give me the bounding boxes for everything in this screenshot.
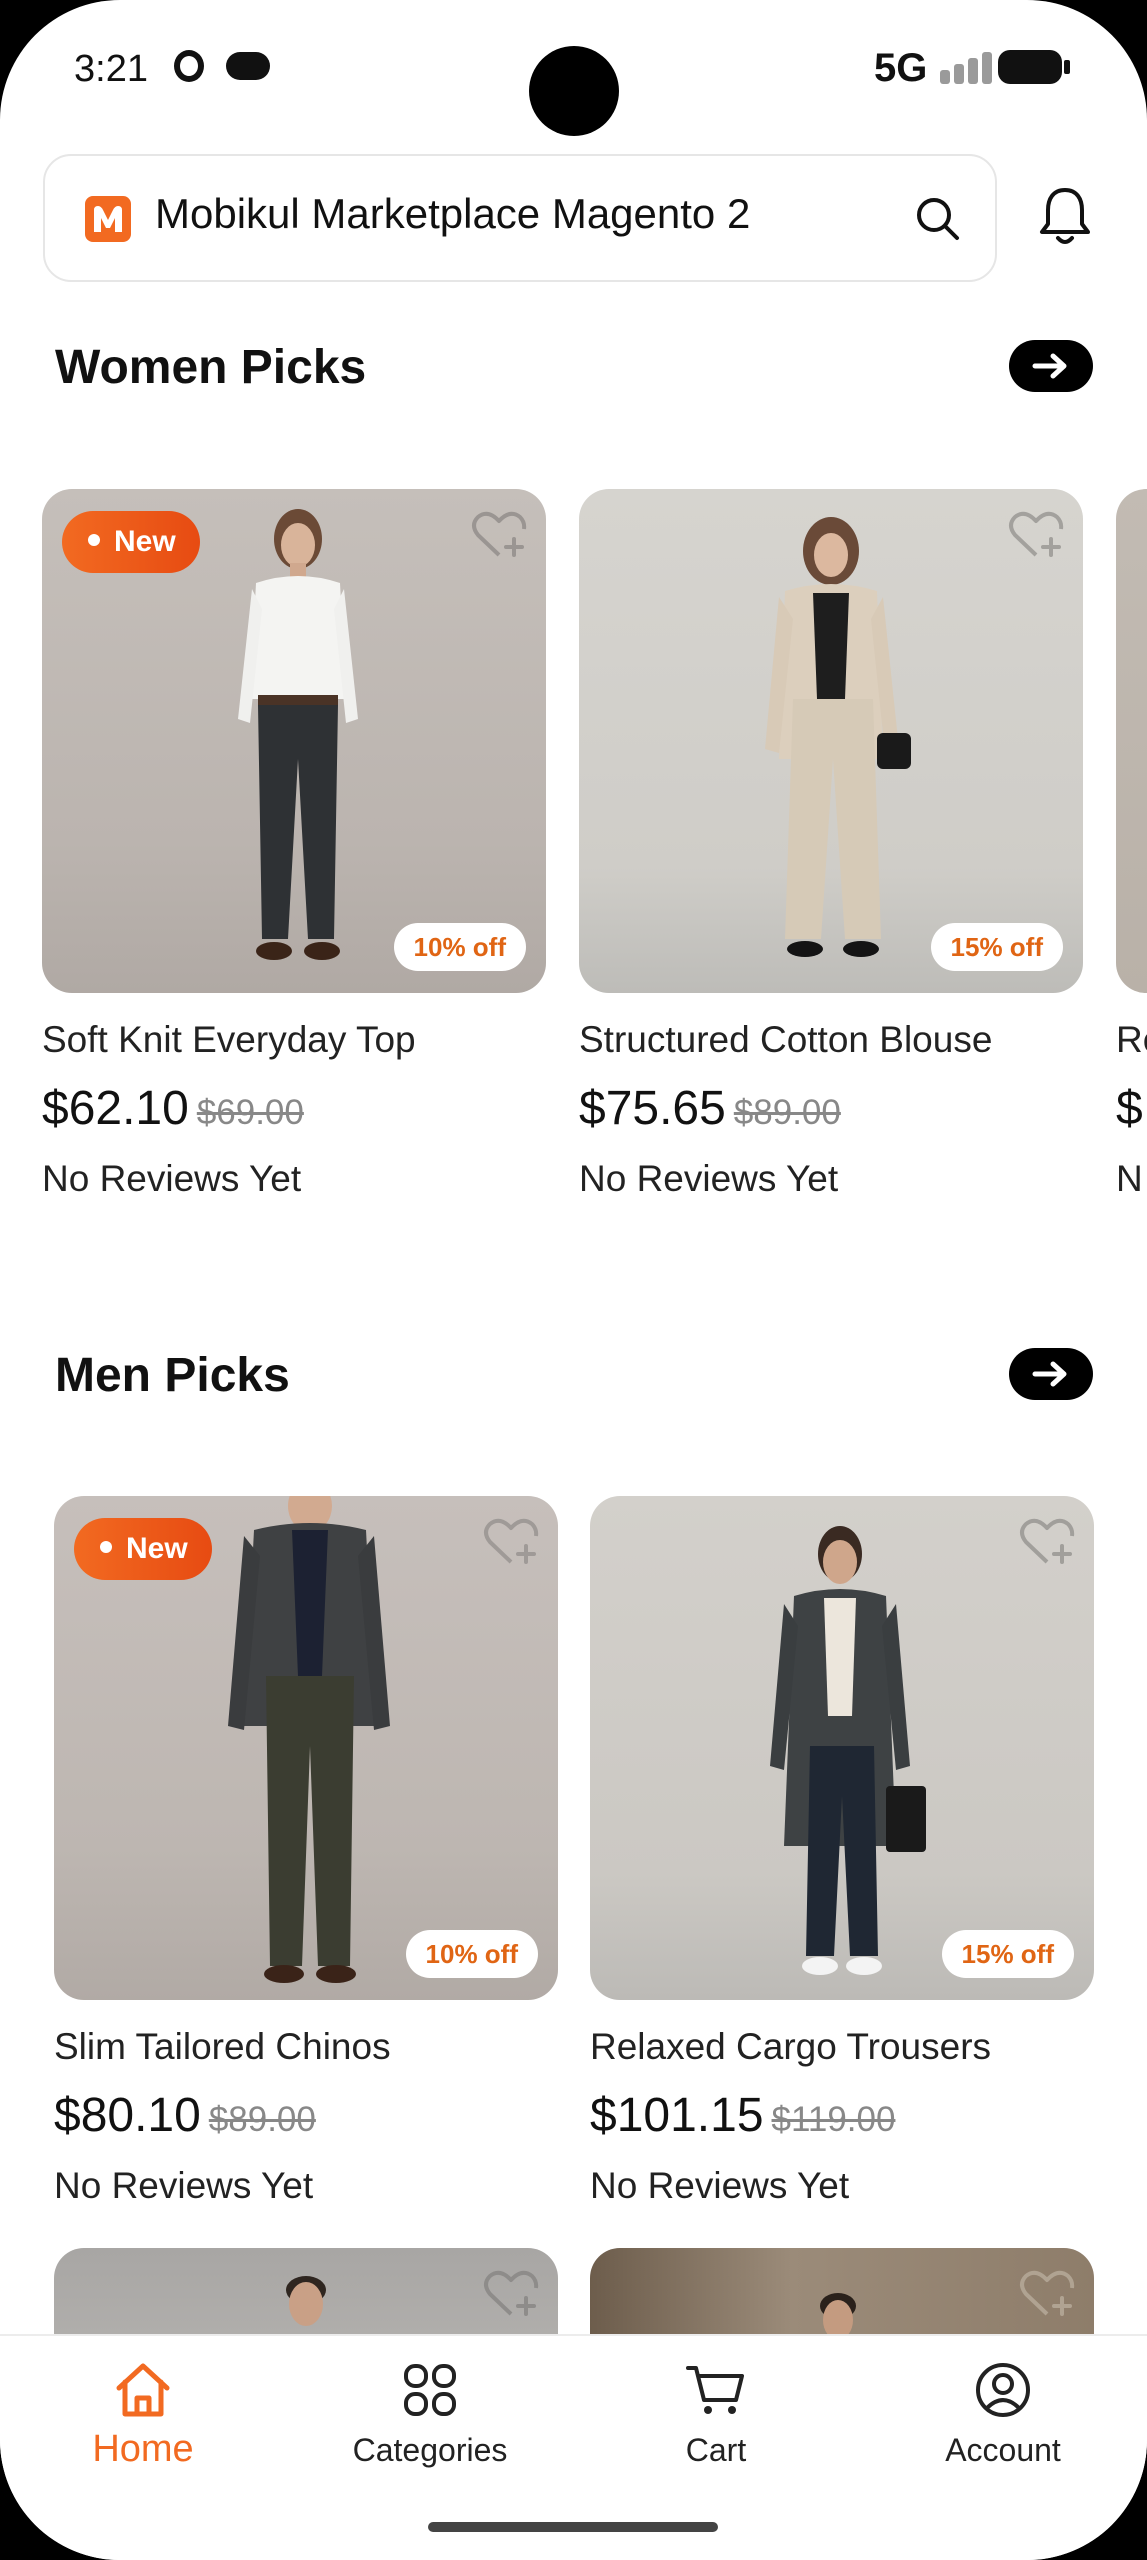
notification-o-icon: [174, 50, 204, 82]
discount-badge: 15% off: [930, 923, 1063, 971]
arrow-right-icon: [1032, 353, 1067, 379]
signal-icon: [940, 70, 950, 84]
section-title-women: Women Picks: [55, 341, 367, 394]
signal-icon: [982, 52, 992, 84]
app-screen: 3:21 5G Mobikul Marketplace Magento 2 Wo…: [0, 0, 1147, 2560]
product-price: $101.15: [590, 2089, 764, 2142]
home-indicator[interactable]: [428, 2522, 718, 2532]
product-reviews: No Reviews Yet: [579, 1158, 839, 1199]
product-old-price: $119.00: [771, 2100, 896, 2139]
bell-icon[interactable]: [1036, 184, 1094, 248]
model-figure: [765, 517, 911, 957]
nav-account[interactable]: Account: [893, 2360, 1113, 2469]
product-price: $80.10: [54, 2089, 201, 2142]
battery-icon: [998, 50, 1070, 84]
discount-badge: 10% off: [393, 923, 526, 971]
app-logo-icon: [85, 196, 131, 242]
model-figure: [770, 1526, 926, 1975]
cart-icon: [686, 2366, 744, 2414]
wishlist-heart-icon[interactable]: [470, 507, 528, 561]
nav-categories-label: Categories: [352, 2432, 508, 2468]
price-row: $101.15 $119.00: [590, 2088, 1094, 2143]
product-price: $75.65: [579, 1082, 726, 1135]
model-figure: [238, 509, 358, 960]
nav-account-label: Account: [945, 2432, 1061, 2468]
nav-cart[interactable]: Cart: [606, 2360, 826, 2469]
nav-cart-label: Cart: [685, 2432, 747, 2468]
product-card[interactable]: Re $ N: [1116, 489, 1147, 1200]
product-name[interactable]: Relaxed Cargo Trousers: [590, 2026, 1094, 2068]
notification-cloud-icon: [226, 52, 270, 80]
product-old-price: $89.00: [208, 2100, 316, 2139]
discount-badge: 15% off: [941, 1930, 1074, 1978]
wishlist-heart-icon[interactable]: [1018, 1514, 1076, 1568]
product-reviews: No Reviews Yet: [54, 2165, 314, 2206]
signal-icon: [968, 58, 978, 84]
wishlist-heart-icon[interactable]: [1007, 507, 1065, 561]
product-price: $62.10: [42, 1082, 189, 1135]
wishlist-heart-icon[interactable]: [482, 1514, 540, 1568]
discount-badge: 10% off: [405, 1930, 538, 1978]
product-reviews: N: [1116, 1158, 1143, 1199]
product-image[interactable]: New 10% off: [42, 489, 546, 993]
price-row: $62.10 $69.00: [42, 1081, 546, 1136]
account-icon: [976, 2363, 1030, 2417]
price-row: $75.65 $89.00: [579, 1081, 1083, 1136]
home-icon: [116, 2363, 170, 2417]
product-image[interactable]: [1116, 489, 1147, 993]
product-image[interactable]: 15% off: [590, 1496, 1094, 2000]
product-price: $: [1116, 1082, 1143, 1135]
product-name[interactable]: Soft Knit Everyday Top: [42, 1019, 546, 1061]
nav-categories[interactable]: Categories: [320, 2360, 540, 2469]
network-label: 5G: [874, 46, 928, 90]
camera-cutout: [529, 46, 619, 136]
price-row: $: [1116, 1081, 1147, 1136]
wishlist-heart-icon[interactable]: [482, 2266, 540, 2320]
new-badge: New: [74, 1518, 212, 1580]
signal-icon: [954, 64, 964, 84]
product-name[interactable]: Structured Cotton Blouse: [579, 1019, 1083, 1061]
wishlist-heart-icon[interactable]: [1018, 2266, 1076, 2320]
product-old-price: $69.00: [196, 1093, 304, 1132]
product-card[interactable]: 15% off Structured Cotton Blouse $75.65 $…: [579, 489, 1083, 1200]
product-reviews: No Reviews Yet: [590, 2165, 850, 2206]
new-badge-label: New: [126, 1532, 188, 1565]
women-see-all-button[interactable]: [1009, 340, 1093, 392]
arrow-right-icon: [1032, 1361, 1067, 1387]
product-image[interactable]: 15% off: [579, 489, 1083, 993]
product-name[interactable]: Re: [1116, 1019, 1147, 1061]
men-see-all-button[interactable]: [1009, 1348, 1093, 1400]
model-figure: [228, 1496, 390, 1983]
product-card[interactable]: New 10% off Soft Knit Everyday Top $62.1…: [42, 489, 546, 1200]
price-row: $80.10 $89.00: [54, 2088, 558, 2143]
status-time: 3:21: [74, 48, 148, 90]
search-title: Mobikul Marketplace Magento 2: [155, 190, 751, 237]
section-title-men: Men Picks: [55, 1349, 290, 1402]
product-card[interactable]: 15% off Relaxed Cargo Trousers $101.15 $1…: [590, 1496, 1094, 2207]
product-card[interactable]: New 10% off Slim Tailored Chinos $80.10 $…: [54, 1496, 558, 2207]
search-icon[interactable]: [913, 194, 963, 244]
new-badge-label: New: [114, 525, 176, 558]
nav-home[interactable]: Home: [33, 2360, 253, 2471]
search-bar[interactable]: Mobikul Marketplace Magento 2: [43, 154, 997, 282]
product-image[interactable]: New 10% off: [54, 1496, 558, 2000]
new-badge: New: [62, 511, 200, 573]
product-reviews: No Reviews Yet: [42, 1158, 302, 1199]
nav-home-label: Home: [92, 2428, 194, 2470]
categories-icon: [404, 2364, 456, 2416]
product-name[interactable]: Slim Tailored Chinos: [54, 2026, 558, 2068]
product-old-price: $89.00: [733, 1093, 841, 1132]
